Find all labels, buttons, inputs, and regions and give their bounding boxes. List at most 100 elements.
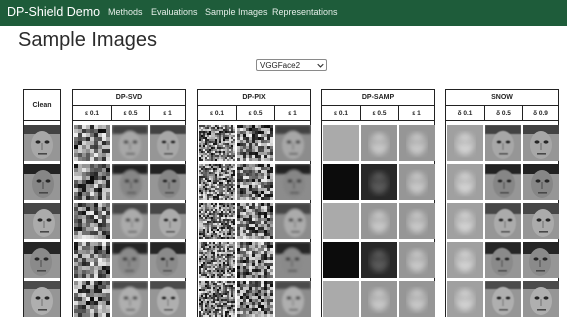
- sample-image-graphic: [199, 125, 235, 161]
- sample-image: [112, 164, 148, 200]
- param-header: ε 0.5: [360, 106, 398, 121]
- sample-image: [447, 281, 483, 317]
- param-header: δ 0.1: [446, 106, 484, 121]
- sample-image: [237, 164, 273, 200]
- sample-image: [24, 203, 60, 239]
- sample-image: [323, 281, 359, 317]
- sample-image-graphic: [523, 281, 559, 317]
- param-header: δ 0.5: [484, 106, 522, 121]
- param-header: ε 0.1: [198, 106, 236, 121]
- sample-image-graphic: [399, 125, 435, 161]
- sample-image: [24, 125, 60, 161]
- sample-image: [112, 203, 148, 239]
- sample-image-graphic: [361, 164, 397, 200]
- sample-image: [485, 164, 521, 200]
- sample-image: [523, 242, 559, 278]
- method-table-dp-samp: DP-SAMP ε 0.1 ε 0.5 ε 1: [321, 89, 435, 317]
- sample-image-graphic: [485, 164, 521, 200]
- sample-image-graphic: [237, 242, 273, 278]
- sample-image-graphic: [24, 164, 60, 200]
- nav-link-methods[interactable]: Methods: [108, 7, 143, 17]
- sample-image: [523, 125, 559, 161]
- sample-image-graphic: [74, 125, 110, 161]
- sample-image: [237, 281, 273, 317]
- sample-image-graphic: [447, 281, 483, 317]
- sample-image: [275, 125, 311, 161]
- sample-image: [361, 125, 397, 161]
- sample-image: [237, 203, 273, 239]
- sample-image-graphic: [523, 125, 559, 161]
- sample-image-graphic: [447, 203, 483, 239]
- sample-image: [199, 164, 235, 200]
- method-header: DP-SAMP: [322, 90, 434, 106]
- sample-image-graphic: [199, 203, 235, 239]
- method-header: DP-PIX: [198, 90, 310, 106]
- navbar: DP-Shield Demo Methods Evaluations Sampl…: [0, 0, 567, 26]
- sample-image-graphic: [150, 281, 186, 317]
- sample-image-graphic: [361, 203, 397, 239]
- sample-image: [199, 281, 235, 317]
- sample-image: [361, 203, 397, 239]
- sample-image: [199, 203, 235, 239]
- sample-image: [523, 203, 559, 239]
- sample-image: [74, 281, 110, 317]
- sample-image-graphic: [361, 242, 397, 278]
- sample-image-graphic: [447, 164, 483, 200]
- chevron-down-icon: [317, 63, 324, 68]
- param-header: ε 1: [398, 106, 434, 121]
- sample-image-graphic: [74, 164, 110, 200]
- sample-image: [275, 203, 311, 239]
- sample-image: [275, 242, 311, 278]
- nav-link-representations[interactable]: Representations: [272, 7, 338, 17]
- sample-image: [323, 125, 359, 161]
- sample-image: [150, 281, 186, 317]
- sample-image: [323, 203, 359, 239]
- sample-image-graphic: [323, 281, 359, 317]
- sample-image: [447, 242, 483, 278]
- sample-image-graphic: [275, 125, 311, 161]
- sample-image-graphic: [361, 281, 397, 317]
- sample-image: [24, 281, 60, 317]
- sample-image-graphic: [24, 203, 60, 239]
- sample-image-graphic: [399, 281, 435, 317]
- sample-image-graphic: [199, 281, 235, 317]
- sample-image: [485, 125, 521, 161]
- param-header: ε 0.5: [236, 106, 274, 121]
- sample-image: [74, 164, 110, 200]
- sample-image-graphic: [74, 281, 110, 317]
- sample-image-graphic: [485, 203, 521, 239]
- sample-image: [485, 203, 521, 239]
- method-table-snow: SNOW δ 0.1 δ 0.5 δ 0.9: [445, 89, 559, 317]
- sample-image-graphic: [399, 203, 435, 239]
- sample-image: [275, 281, 311, 317]
- nav-link-evaluations[interactable]: Evaluations: [151, 7, 198, 17]
- sample-image: [24, 164, 60, 200]
- method-header: SNOW: [446, 90, 558, 106]
- sample-image: [485, 242, 521, 278]
- sample-image-graphic: [24, 125, 60, 161]
- sample-image-graphic: [275, 281, 311, 317]
- sample-image: [112, 125, 148, 161]
- sample-image-graphic: [485, 125, 521, 161]
- sample-image: [399, 125, 435, 161]
- clean-header: Clean: [24, 90, 60, 121]
- sample-image-graphic: [237, 203, 273, 239]
- sample-image-graphic: [399, 242, 435, 278]
- sample-image: [399, 242, 435, 278]
- brand-link[interactable]: DP-Shield Demo: [7, 5, 100, 19]
- sample-image-graphic: [523, 203, 559, 239]
- dataset-select[interactable]: VGGFace2: [256, 59, 327, 71]
- nav-link-sample-images[interactable]: Sample Images: [205, 7, 268, 17]
- method-table-dp-pix: DP-PIX ε 0.1 ε 0.5 ε 1: [197, 89, 311, 317]
- sample-image: [361, 242, 397, 278]
- sample-image: [150, 125, 186, 161]
- page-title: Sample Images: [18, 29, 157, 51]
- sample-image-graphic: [112, 242, 148, 278]
- sample-image-graphic: [523, 242, 559, 278]
- sample-image: [74, 203, 110, 239]
- sample-image: [523, 164, 559, 200]
- param-header: ε 0.1: [73, 106, 111, 121]
- sample-image: [150, 203, 186, 239]
- sample-image: [399, 203, 435, 239]
- sample-image: [323, 242, 359, 278]
